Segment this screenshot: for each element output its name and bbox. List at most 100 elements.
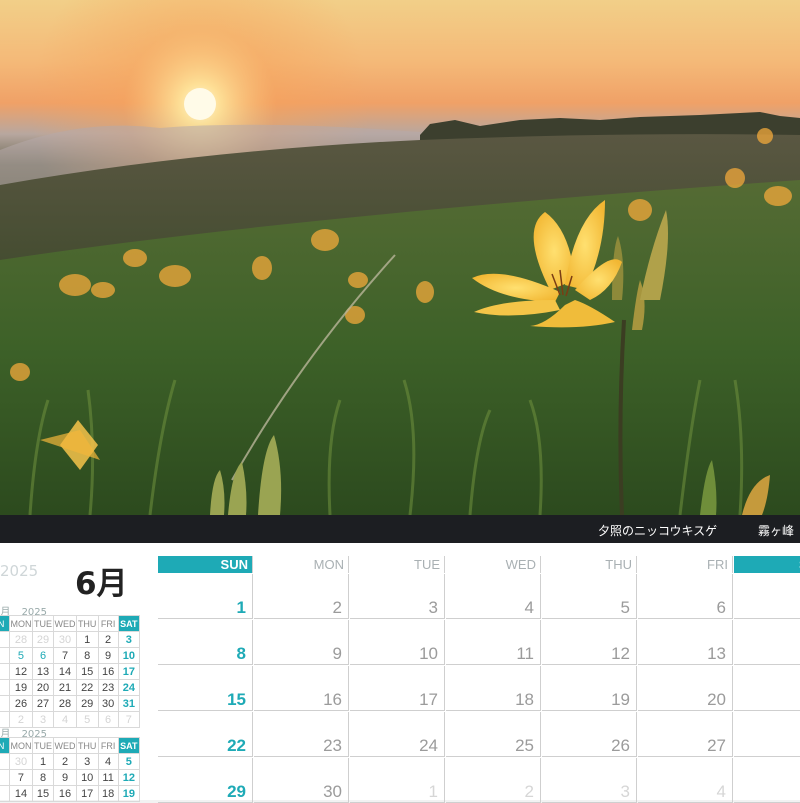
mini-day: 9: [97, 647, 119, 664]
day-number: 4: [716, 782, 726, 801]
mini-day: 2: [97, 631, 119, 648]
day-number: 13: [707, 644, 726, 663]
day-number: 4: [524, 598, 534, 617]
day-cell: 5: [542, 574, 637, 619]
mini-day: [0, 753, 11, 770]
day-number: 1: [428, 782, 438, 801]
mini-day: 28: [9, 631, 33, 648]
day-number: 15: [227, 690, 246, 709]
photo-caption-bar: 夕照のニッコウキスゲ 霧ヶ峰: [0, 515, 800, 543]
mini-day: 23: [97, 679, 119, 696]
day-cell: 23: [254, 712, 349, 757]
mini-head: THU: [75, 615, 99, 632]
day-cell: [734, 712, 800, 757]
mini-head: WED: [53, 615, 77, 632]
weekday-tue: TUE: [350, 556, 445, 573]
day-number: 19: [611, 690, 630, 709]
mini-day: [0, 663, 11, 680]
day-cell: 2: [254, 574, 349, 619]
mini-day: 21: [53, 679, 77, 696]
mini-day: 12: [9, 663, 33, 680]
day-number: 27: [707, 736, 726, 755]
day-number: 25: [515, 736, 534, 755]
mini-day: [0, 631, 11, 648]
mini-day: 29: [75, 695, 99, 712]
day-cell: 12: [542, 620, 637, 665]
weekday-fri: FRI: [638, 556, 733, 573]
mini-day: 16: [53, 785, 77, 802]
photo-location: 霧ヶ峰: [758, 524, 795, 538]
mini-day: 4: [53, 711, 77, 728]
mini-day: 11: [97, 769, 119, 786]
mini-day: 22: [75, 679, 99, 696]
mini-next-table: N MON TUE WED THU FRI SAT 30 1 2 3 4 5 7…: [0, 737, 141, 802]
mini-head: TUE: [31, 615, 55, 632]
day-cell: [734, 620, 800, 665]
mini-day: 1: [75, 631, 99, 648]
mini-day: 7: [53, 647, 77, 664]
day-cell: 18: [446, 666, 541, 711]
day-number: 23: [323, 736, 342, 755]
weekday-sun: SUN: [158, 556, 253, 573]
mini-day: 9: [53, 769, 77, 786]
mini-day: 19: [9, 679, 33, 696]
mini-head: SAT: [117, 615, 141, 632]
mini-day: 18: [97, 785, 119, 802]
mini-head: FRI: [97, 615, 119, 632]
mini-day: 3: [75, 753, 99, 770]
year-label: 2025: [0, 562, 39, 580]
mini-day: 8: [31, 769, 55, 786]
mini-day: 15: [75, 663, 99, 680]
weekday-sat: SAT: [734, 556, 800, 573]
day-number: 1: [236, 598, 246, 617]
mini-day: 3: [117, 631, 141, 648]
mini-head: MON: [9, 737, 33, 754]
day-cell: 10: [350, 620, 445, 665]
day-number: 22: [227, 736, 246, 755]
mini-day: 20: [31, 679, 55, 696]
mini-head: N: [0, 737, 11, 754]
landscape-photo: [0, 0, 800, 515]
mini-day: 13: [31, 663, 55, 680]
mini-day: 12: [117, 769, 141, 786]
mini-head: WED: [53, 737, 77, 754]
day-cell: 8: [158, 620, 253, 665]
day-cell: 6: [638, 574, 733, 619]
mini-day: 27: [31, 695, 55, 712]
mini-day: 7: [9, 769, 33, 786]
mini-day: 8: [75, 647, 99, 664]
mini-head: MON: [9, 615, 33, 632]
mini-day: 10: [117, 647, 141, 664]
day-number: 20: [707, 690, 726, 709]
day-cell: 20: [638, 666, 733, 711]
mini-day: 30: [53, 631, 77, 648]
day-number: 30: [323, 782, 342, 801]
day-number: 26: [611, 736, 630, 755]
day-number: 2: [332, 598, 342, 617]
day-cell: 4: [638, 758, 733, 803]
day-cell: 3: [542, 758, 637, 803]
day-cell: 22: [158, 712, 253, 757]
mini-day: 6: [31, 647, 55, 664]
day-number: 8: [236, 644, 246, 663]
day-cell: 4: [446, 574, 541, 619]
mini-day: 14: [9, 785, 33, 802]
mini-day: 30: [9, 753, 33, 770]
day-number: 3: [620, 782, 630, 801]
mini-day: 29: [31, 631, 55, 648]
day-number: 24: [419, 736, 438, 755]
mini-day: 24: [117, 679, 141, 696]
mini-day: [0, 679, 11, 696]
day-cell: 1: [350, 758, 445, 803]
mini-day: 10: [75, 769, 99, 786]
mini-day: 5: [9, 647, 33, 664]
day-number: 10: [419, 644, 438, 663]
mini-day: 17: [117, 663, 141, 680]
day-number: 2: [524, 782, 534, 801]
mini-day: 28: [53, 695, 77, 712]
mini-day: 19: [117, 785, 141, 802]
mini-day: 16: [97, 663, 119, 680]
mini-day: 4: [97, 753, 119, 770]
mini-day: [0, 647, 11, 664]
mini-day: [0, 785, 11, 802]
